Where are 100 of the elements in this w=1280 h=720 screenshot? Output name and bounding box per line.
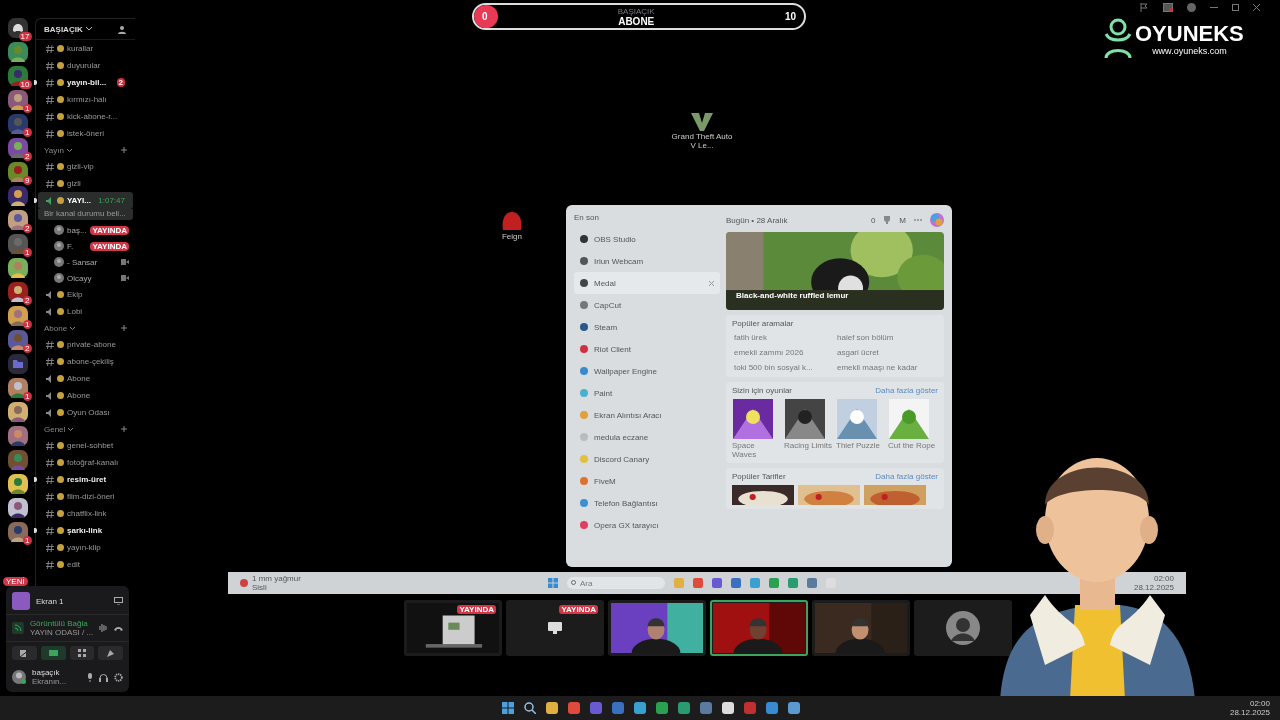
avatar-icon[interactable] (54, 241, 64, 251)
weather-text[interactable]: 1 mm yağmur (252, 574, 301, 583)
search-icon[interactable] (524, 702, 536, 714)
weather-icon[interactable] (240, 579, 248, 587)
app-icon[interactable] (788, 702, 800, 714)
activities-button[interactable] (69, 646, 95, 660)
chevron-icon[interactable] (85, 27, 92, 31)
channel-item[interactable]: genel-sohbet (38, 437, 133, 454)
channel-item[interactable]: edit (38, 556, 133, 573)
channel-item[interactable]: film-dizi-öneri (38, 488, 133, 505)
category-name[interactable]: Abone (44, 323, 68, 333)
chevron-icon[interactable] (66, 148, 72, 152)
channel-item[interactable]: Lobi (38, 303, 133, 320)
avatar-icon[interactable] (54, 257, 64, 267)
game-title[interactable]: Space Waves (732, 441, 780, 459)
add-user-icon[interactable] (118, 24, 127, 34)
server-name[interactable]: BAŞIAÇIK (44, 24, 83, 34)
channel-item[interactable]: kurallar (38, 40, 133, 57)
app-icon[interactable] (634, 702, 646, 714)
weather-condition[interactable]: Sisli (252, 583, 301, 592)
desktop-icon-label[interactable]: Grand Theft Auto V Le... (670, 132, 734, 150)
windows-icon[interactable] (502, 702, 514, 714)
minimize-icon[interactable] (1210, 6, 1218, 9)
voice-channel-path[interactable]: YAYIN ODASI / ... (29, 628, 94, 637)
search-suggestion[interactable]: halef son bölüm (837, 333, 936, 342)
member-name[interactable]: - Sansar (67, 257, 118, 267)
add-icon[interactable] (121, 426, 127, 432)
desktop-icon-label[interactable]: Feign (502, 232, 522, 241)
video-tile[interactable] (914, 600, 1012, 656)
channel-item[interactable]: yayın-klip (38, 539, 133, 556)
channel-item[interactable]: private-abone (38, 336, 133, 353)
user-avatar-icon[interactable] (12, 670, 26, 684)
camera-off-button[interactable] (12, 646, 37, 660)
maximize-icon[interactable] (1232, 4, 1239, 11)
search-field[interactable]: Ara (567, 577, 665, 589)
channel-item[interactable]: chatflix-link (38, 505, 133, 522)
game-title[interactable]: Thief Puzzle (836, 441, 884, 450)
app-item[interactable]: FiveM (574, 470, 720, 492)
clock-time[interactable]: 02:00 (1249, 699, 1270, 708)
app-icon[interactable] (546, 702, 558, 714)
monitor-icon[interactable] (114, 597, 123, 605)
app-item[interactable]: Discord Canary (574, 448, 720, 470)
channel-item[interactable]: fotoğraf-kanalı (38, 454, 133, 471)
clock-date[interactable]: 28.12.2025 (1133, 583, 1174, 592)
search-suggestion[interactable]: fatih ürek (734, 333, 833, 342)
app-item[interactable]: Paint (574, 382, 720, 404)
screen-share-button[interactable] (40, 646, 66, 660)
account-initial[interactable]: M (899, 215, 906, 225)
app-icon[interactable] (722, 702, 734, 714)
app-item[interactable]: Ekran Alıntısı Aracı (574, 404, 720, 426)
blob-icon[interactable] (501, 212, 523, 232)
flag-icon[interactable] (1140, 3, 1149, 12)
clock-time[interactable]: 02:00 (1153, 574, 1174, 583)
search-suggestion[interactable]: emekli zammı 2026 (734, 348, 833, 357)
category-name[interactable]: Yayın (44, 145, 64, 155)
app-item[interactable]: CapCut (574, 294, 720, 316)
app-item[interactable]: Telefon Bağlantısı (574, 492, 720, 514)
help-icon[interactable] (1187, 3, 1196, 12)
channel-item[interactable]: resim-üret (38, 471, 133, 488)
add-icon[interactable] (121, 325, 127, 331)
member-name[interactable]: F. (67, 241, 88, 251)
add-icon[interactable] (121, 147, 127, 153)
new-badge[interactable]: YENİ (3, 577, 28, 586)
channel-item[interactable]: yayın-bil... 2 (38, 74, 133, 91)
category-name[interactable]: Genel (44, 424, 66, 434)
headphones-icon[interactable] (99, 672, 108, 682)
channel-item[interactable]: Ekip (38, 286, 133, 303)
settings-icon[interactable] (114, 672, 123, 682)
avatar-icon[interactable] (54, 273, 64, 283)
search-suggestion[interactable]: emekli maaşı ne kadar (837, 363, 936, 372)
soundboard-button[interactable] (98, 646, 123, 660)
v-logo-icon[interactable] (690, 112, 714, 132)
channel-item[interactable]: istek-öneri (38, 125, 133, 142)
discord-home-icon[interactable] (7, 18, 28, 38)
trophy-icon[interactable] (883, 216, 892, 224)
channel-item[interactable]: kick-abone-r... (38, 108, 133, 125)
search-suggestion[interactable]: toki 500 bin sosyal k... (734, 363, 833, 372)
game-title[interactable]: Cut the Rope (888, 441, 936, 450)
channel-item[interactable]: şarkı-link (38, 522, 133, 539)
chevron-icon[interactable] (68, 427, 74, 431)
clock-date[interactable]: 28.12.2025 (1229, 708, 1270, 717)
app-icon[interactable] (656, 702, 668, 714)
channel-item[interactable]: Abone (38, 370, 133, 387)
channel-item[interactable]: gizli-vip (38, 158, 133, 175)
game-title[interactable]: Racing Limits (784, 441, 832, 450)
app-item[interactable]: OBS Studio (574, 228, 720, 250)
video-tile[interactable]: YAYINDA (506, 600, 604, 656)
channel-item[interactable]: Abone (38, 387, 133, 404)
app-item[interactable]: Iriun Webcam (574, 250, 720, 272)
video-tile[interactable]: YAYINDA (404, 600, 502, 656)
app-item[interactable]: Opera GX tarayıcı (574, 514, 720, 536)
avatar-icon[interactable] (54, 225, 64, 235)
close-icon[interactable] (1253, 4, 1260, 11)
channel-item[interactable]: abone-çekiliş (38, 353, 133, 370)
chevron-icon[interactable] (70, 326, 76, 330)
app-icon[interactable] (766, 702, 778, 714)
microphone-icon[interactable] (87, 672, 93, 682)
search-suggestion[interactable]: asgari ücret (837, 348, 936, 357)
channel-item[interactable]: kırmızı-halı (38, 91, 133, 108)
folder-icon[interactable] (7, 354, 28, 374)
